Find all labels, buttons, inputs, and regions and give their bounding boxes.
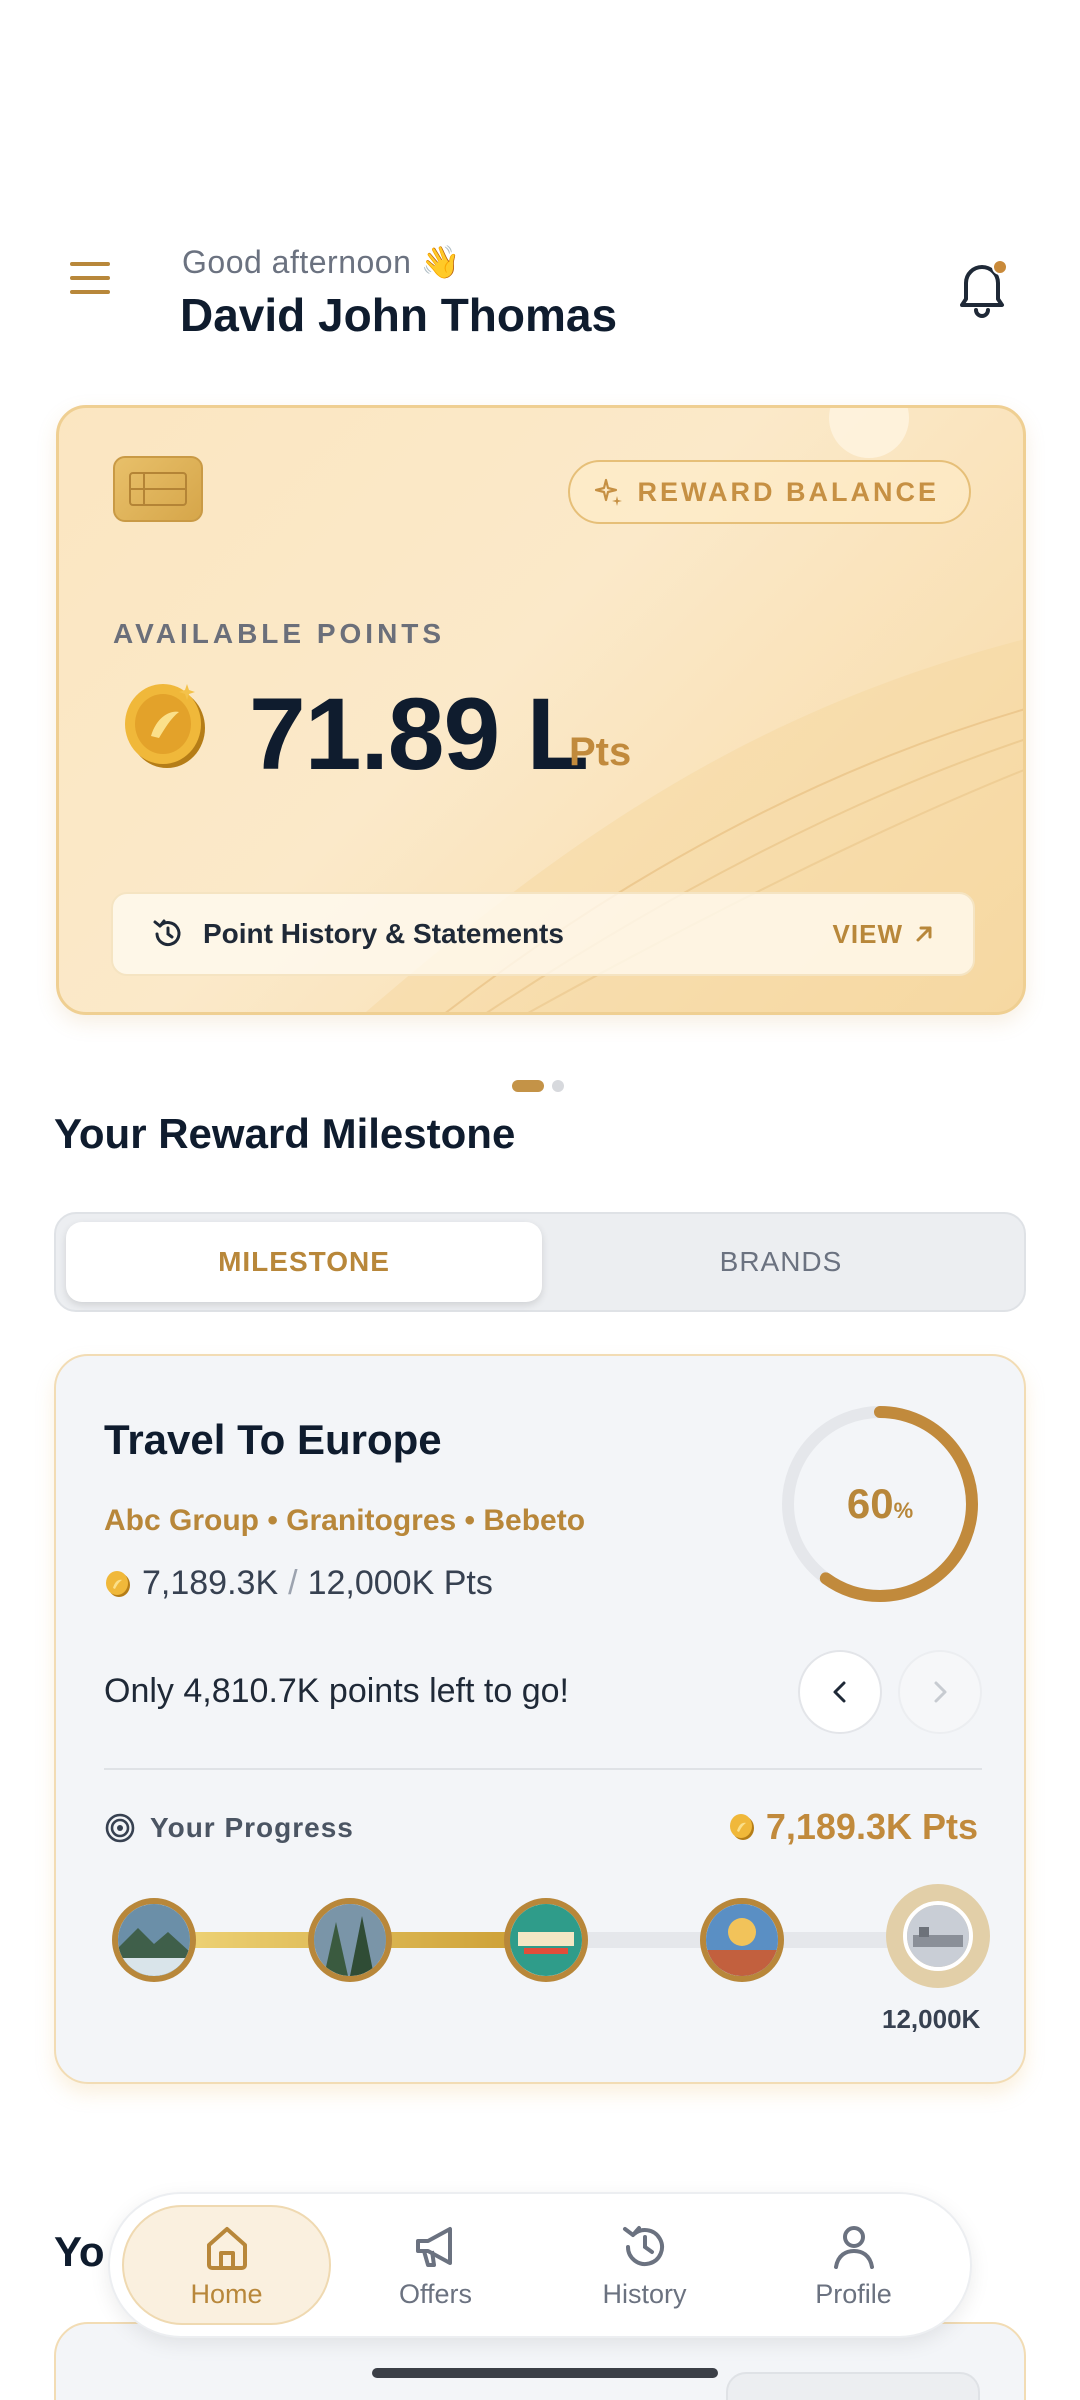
profile-icon [833,2225,874,2269]
reward-balance-card[interactable]: REWARD BALANCE AVAILABLE POINTS 71.89 L … [56,405,1026,1015]
tab-brands[interactable]: BRANDS [546,1222,1016,1302]
points-remaining-text: Only 4,810.7K points left to go! [104,1672,569,1710]
your-progress-points: 7,189.3K Pts [765,1806,978,1847]
divider [104,1768,982,1770]
point-history-link[interactable]: Point History & Statements VIEW [111,892,975,976]
carousel-dot[interactable] [552,1080,564,1092]
history-icon [622,2225,664,2266]
target-icon [105,1813,135,1843]
milestone-card: Travel To Europe Abc Group • Granitogres… [54,1354,1026,2084]
milestone-brands-toggle: MILESTONE BRANDS [54,1212,1026,1312]
megaphone-icon [415,2226,452,2267]
notification-bell-icon[interactable] [952,255,1012,321]
your-progress-label: Your Progress [104,1812,354,1844]
chevron-right-icon [934,1681,947,1703]
section-title: Your Reward Milestone [54,1110,516,1157]
menu-icon[interactable] [70,262,130,312]
tab-milestone[interactable]: MILESTONE [66,1222,542,1302]
nav-history[interactable]: History [540,2205,749,2325]
bottom-navigation: Home Offers History Profile [108,2192,972,2338]
chevron-left-icon [833,1681,846,1703]
carousel-dot-active[interactable] [512,1080,544,1092]
percent-symbol: % [893,1498,914,1523]
current-points: 7,189.3K [142,1564,279,1602]
app-header: Good afternoon 👋 David John Thomas [0,0,1080,360]
previous-milestone-button[interactable] [798,1650,882,1734]
point-history-label: Point History & Statements [203,918,564,949]
nav-profile-label: Profile [815,2278,892,2309]
gold-coin-icon [121,676,211,772]
nav-history-label: History [602,2278,687,2309]
milestone-stop-final[interactable] [886,1884,990,1988]
card-chip-icon [113,456,203,522]
sparkle-icon [594,478,622,506]
greeting-text: Good afternoon 👋 [182,244,462,280]
reward-balance-badge: REWARD BALANCE [567,460,971,524]
next-section-card-button[interactable] [726,2372,980,2400]
target-points: 12,000K Pts [307,1564,493,1602]
nav-home-label: Home [190,2278,263,2309]
points-unit: Pts [569,730,632,774]
your-progress-text: Your Progress [150,1812,354,1843]
notification-dot [992,259,1008,275]
next-milestone-button[interactable] [898,1650,982,1734]
milestone-stop-3[interactable] [504,1898,588,1982]
coin-icon [729,1814,754,1840]
your-progress-value: 7,189.3K Pts [728,1806,978,1848]
progress-percent: 60 % [778,1402,982,1606]
nav-home[interactable]: Home [122,2205,332,2325]
milestone-points: 7,189.3K / 12,000K Pts [104,1564,493,1603]
user-name: David John Thomas [180,289,618,341]
points-separator: / [288,1564,298,1602]
coin-icon [106,1570,130,1597]
final-stop-label: 12,000K [882,2004,981,2034]
reward-badge-label: REWARD BALANCE [637,476,939,507]
milestone-brands: Abc Group • Granitogres • Bebeto [104,1504,586,1537]
home-icon [206,2226,247,2270]
milestone-stop-2[interactable] [308,1898,392,1982]
progress-percent-value: 60 [846,1480,894,1527]
nav-offers-label: Offers [399,2278,473,2309]
nav-profile[interactable]: Profile [749,2205,958,2325]
home-indicator [372,2368,718,2378]
nav-offers[interactable]: Offers [331,2205,540,2325]
milestone-stop-4[interactable] [700,1898,784,1982]
arrow-up-right-icon [916,926,932,942]
view-label: VIEW [832,918,903,949]
milestone-stop-1[interactable] [112,1898,196,1982]
available-points-label: AVAILABLE POINTS [113,618,446,649]
history-icon [153,919,181,947]
view-button[interactable]: VIEW [833,919,935,950]
carousel-indicator [512,1080,564,1092]
next-section-title: Yo [54,2228,105,2275]
available-points-value: 71.89 L [249,677,589,791]
milestone-title: Travel To Europe [104,1416,442,1463]
